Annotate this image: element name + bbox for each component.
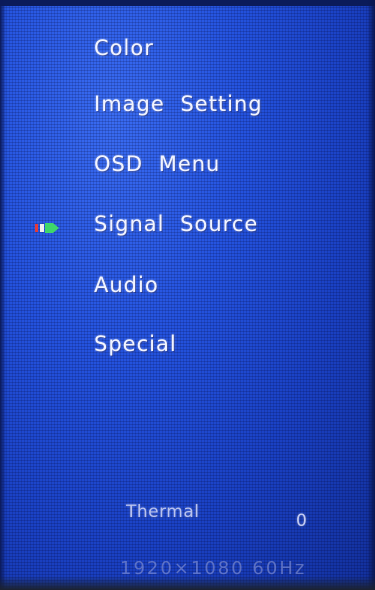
menu-item-osd-menu[interactable]: OSD Menu [94,152,220,176]
thermal-value: 0 [296,511,307,531]
osd-screen: Color Image Setting OSD Menu Signal Sour… [0,0,375,590]
bezel-top [0,0,375,6]
menu-item-color[interactable]: Color [94,36,154,60]
bezel-bottom [0,576,375,590]
selector-arrow-icon [35,223,59,233]
thermal-label: Thermal [126,502,200,522]
menu-item-image-setting[interactable]: Image Setting [94,92,263,116]
menu-item-audio[interactable]: Audio [94,273,159,297]
bezel-left [0,0,6,590]
menu-item-signal-source[interactable]: Signal Source [94,212,258,236]
bezel-right [367,0,375,590]
menu-item-special[interactable]: Special [94,332,177,356]
